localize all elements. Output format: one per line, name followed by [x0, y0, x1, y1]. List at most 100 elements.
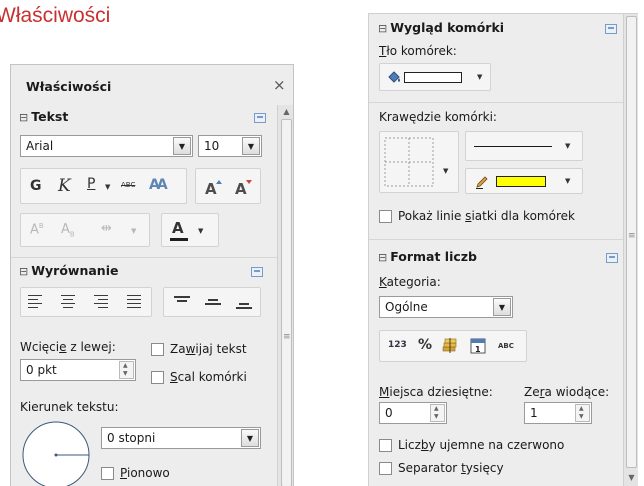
section-divider [11, 257, 277, 258]
sidebar-title: Właściwości [26, 79, 112, 94]
indent-value: 0 pkt [26, 363, 57, 377]
line-style-dropdown-icon[interactable]: ▼ [565, 142, 570, 150]
close-icon[interactable]: × [273, 76, 286, 94]
font-size-value: 10 [204, 139, 220, 153]
category-combo[interactable]: Ogólne ▼ [379, 296, 513, 318]
line-style-picker[interactable]: ▼ [465, 131, 583, 161]
date-format-icon[interactable]: 1 [469, 337, 487, 355]
alignment-section-header[interactable]: ⊟ Wyrównanie [19, 263, 118, 278]
shrink-font-icon[interactable]: A [234, 177, 254, 197]
scroll-down-icon[interactable]: ▼ [624, 473, 638, 482]
indent-spinbox[interactable]: 0 pkt ▲ ▼ [20, 359, 136, 381]
negative-red-checkbox[interactable]: Liczby ujemne na czerwono [379, 438, 564, 452]
percent-format-button[interactable]: % [418, 337, 432, 353]
collapse-icon[interactable]: ⊟ [378, 251, 387, 264]
borders-picker[interactable]: ▼ [379, 131, 459, 193]
align-right-icon[interactable] [94, 295, 108, 309]
decimal-places-spinbox[interactable]: 0 ▲ ▼ [379, 402, 447, 424]
spin-buttons[interactable]: ▲ ▼ [430, 404, 445, 422]
borders-dropdown-icon[interactable]: ▼ [443, 167, 448, 175]
panel-scrollbar[interactable]: ≡ ▼ [623, 14, 638, 486]
align-middle-icon[interactable] [205, 295, 221, 309]
line-color-swatch [496, 176, 546, 187]
font-color-group: A ▼ [161, 213, 219, 247]
sidebar-scrollbar[interactable]: ▲ ≡ [277, 105, 293, 486]
currency-format-icon[interactable] [441, 337, 459, 355]
font-size-combo[interactable]: 10 ▼ [198, 135, 262, 157]
superscript-icon[interactable]: AB [30, 222, 44, 237]
spin-buttons[interactable]: ▲ ▼ [119, 361, 134, 379]
merge-cells-checkbox[interactable]: Scal komórki [151, 370, 247, 384]
text-section-header[interactable]: ⊟ Tekst [19, 109, 68, 124]
wrap-text-checkbox[interactable]: Zawijaj tekst [151, 342, 247, 356]
thousands-separator-checkbox[interactable]: Separator tysięcy [379, 461, 504, 475]
grow-font-icon[interactable]: A [204, 177, 224, 197]
spin-buttons[interactable]: ▲ ▼ [575, 404, 590, 422]
alignment-more-options-button[interactable] [251, 267, 263, 277]
strikethrough-button[interactable]: ABC [121, 181, 135, 189]
scroll-thumb[interactable]: ≡ [626, 16, 637, 468]
text-format-button[interactable]: ABC [498, 342, 514, 350]
line-color-picker[interactable]: ▼ [465, 168, 583, 194]
horizontal-align-group [20, 287, 152, 317]
background-color-picker[interactable]: ▼ [379, 63, 491, 91]
subscript-icon[interactable]: AB [61, 222, 75, 239]
cell-background-label: Tło komórek: [379, 44, 457, 58]
svg-text:1: 1 [475, 345, 481, 354]
line-color-dropdown-icon[interactable]: ▼ [565, 177, 570, 185]
leading-zeros-spinbox[interactable]: 1 ▲ ▼ [524, 402, 592, 424]
svg-text:A: A [235, 180, 247, 197]
align-bottom-icon[interactable] [236, 295, 252, 309]
grip-icon: ≡ [628, 231, 635, 241]
collapse-icon[interactable]: ⊟ [378, 22, 387, 35]
align-top-icon[interactable] [174, 295, 190, 309]
underline-dropdown-icon[interactable]: ▼ [105, 183, 110, 191]
show-grid-checkbox[interactable]: Pokaż linie siatki dla komórek [379, 209, 575, 223]
rotation-dial[interactable] [20, 417, 92, 486]
chevron-down-icon[interactable]: ▼ [242, 137, 260, 155]
align-center-icon[interactable] [61, 295, 75, 309]
borders-grid-icon [384, 137, 434, 187]
properties-sidebar: Właściwości × ▲ ≡ ⊟ Tekst Arial ▼ 10 ▼ G … [10, 64, 294, 486]
decimal-places-value: 0 [385, 406, 393, 420]
pencil-icon [476, 176, 488, 189]
chevron-down-icon[interactable]: ▼ [493, 298, 511, 316]
text-more-options-button[interactable] [254, 113, 266, 123]
vertical-stacked-checkbox[interactable]: Pionowo [101, 466, 170, 480]
chevron-down-icon[interactable]: ▼ [173, 137, 191, 155]
bold-button[interactable]: G [30, 178, 42, 194]
text-style-group: G K P ▼ ABC AA [20, 168, 187, 204]
number-format-header[interactable]: ⊟ Format liczb [378, 249, 477, 264]
italic-button[interactable]: K [58, 176, 71, 196]
cell-appearance-header[interactable]: ⊟ Wygląd komórki [378, 20, 504, 35]
font-name-value: Arial [26, 139, 54, 153]
leading-zeros-value: 1 [530, 406, 538, 420]
category-value: Ogólne [385, 300, 428, 314]
appearance-more-options-button[interactable] [605, 24, 617, 34]
scroll-up-icon[interactable]: ▲ [278, 107, 293, 116]
font-color-dropdown-icon[interactable]: ▼ [198, 227, 203, 235]
number-format-more-options-button[interactable] [606, 253, 618, 263]
number-format-button[interactable]: 123 [388, 340, 407, 350]
text-effects-group: AB AB ⇹ ▼ [20, 213, 150, 247]
underline-button[interactable]: P [87, 176, 95, 192]
font-color-icon[interactable]: A [170, 219, 188, 243]
font-grow-shrink-group: A A [195, 168, 261, 204]
decimal-places-label: Miejsca dziesiętne: [379, 385, 493, 399]
character-spacing-icon[interactable]: ⇹ [101, 221, 112, 236]
collapse-icon[interactable]: ⊟ [19, 111, 28, 124]
section-divider [369, 102, 623, 103]
spacing-dropdown-icon[interactable]: ▼ [131, 227, 136, 235]
align-justify-icon[interactable] [127, 295, 141, 309]
chevron-down-icon[interactable]: ▼ [241, 429, 259, 447]
background-dropdown-icon[interactable]: ▼ [477, 73, 482, 81]
align-left-icon[interactable] [28, 295, 42, 309]
scroll-thumb[interactable]: ≡ [281, 119, 292, 486]
grip-icon: ≡ [283, 332, 290, 342]
shadow-button[interactable]: AA [149, 177, 168, 193]
svg-text:A: A [205, 180, 217, 197]
font-name-combo[interactable]: Arial ▼ [20, 135, 193, 157]
collapse-icon[interactable]: ⊟ [19, 265, 28, 278]
rotation-combo[interactable]: 0 stopni ▼ [101, 427, 261, 449]
sidebar-titlebar: Właściwości × [11, 65, 293, 105]
